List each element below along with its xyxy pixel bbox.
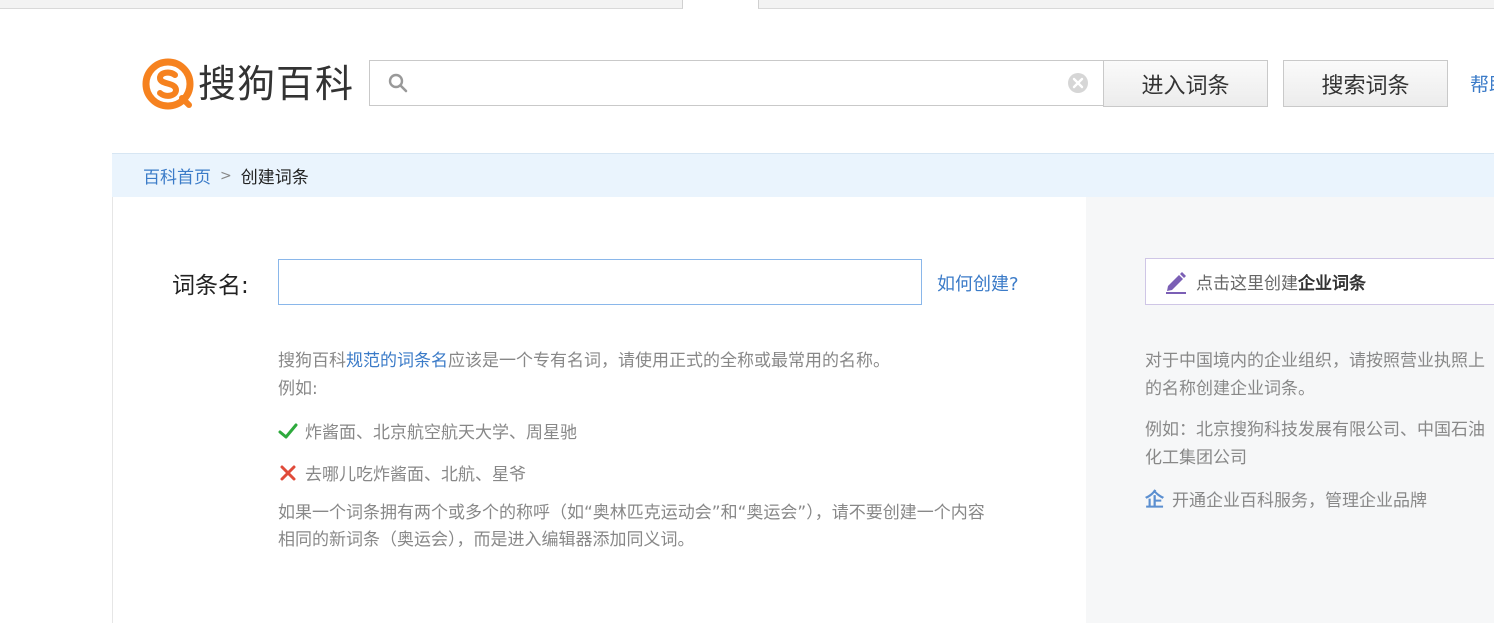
- create-enterprise-entry-button[interactable]: 点击这里创建 企业词条: [1145, 258, 1494, 305]
- logo-text: 搜狗百科: [198, 62, 355, 106]
- browser-tab-strip: [0, 0, 1494, 10]
- synonym-note: 如果一个词条拥有两个或多个的称呼（如“奥林匹克运动会”和“奥运会”），请不要创建…: [278, 500, 1038, 554]
- enterprise-service-text: 开通企业百科服务，管理企业品牌: [1172, 491, 1428, 511]
- synonym-note-line-2: 相同的新词条（奥运会），而是进入编辑器添加同义词。: [278, 530, 695, 550]
- sogou-logo-icon: [142, 58, 194, 110]
- breadcrumb-home-link[interactable]: 百科首页: [143, 163, 211, 188]
- enter-entry-button[interactable]: 进入词条: [1103, 60, 1268, 107]
- enterprise-info-line-2: 的名称创建企业词条。: [1145, 379, 1315, 399]
- example-label: 例如:: [278, 379, 318, 399]
- synonym-note-line-1: 如果一个词条拥有两个或多个的称呼（如“奥林匹克运动会”和“奥运会”），请不要创建…: [278, 503, 985, 523]
- entry-name-input[interactable]: [278, 259, 922, 305]
- enterprise-service-link[interactable]: 企 开通企业百科服务，管理企业品牌: [1145, 485, 1427, 512]
- naming-tips: 搜狗百科规范的词条名应该是一个专有名词，请使用正式的全称或最常用的名称。 例如:: [278, 347, 1038, 403]
- search-icon: [388, 73, 408, 93]
- breadcrumb-chevron-icon: >: [220, 167, 232, 184]
- create-enterprise-prefix: 点击这里创建: [1196, 274, 1298, 294]
- pencil-icon: [1166, 271, 1186, 294]
- enterprise-example: 例如：北京搜狗科技发展有限公司、中国石油 化工集团公司: [1145, 416, 1494, 472]
- tip-suffix: 应该是一个专有名词，请使用正式的全称或最常用的名称。: [448, 351, 890, 371]
- cross-icon: [280, 465, 296, 480]
- breadcrumb: 百科首页 > 创建词条: [112, 153, 1494, 197]
- naming-rule-link[interactable]: 规范的词条名: [346, 351, 448, 371]
- good-example-row: 炸酱面、北京航空航天大学、周星驰: [278, 418, 577, 443]
- create-enterprise-bold: 企业词条: [1298, 274, 1366, 294]
- good-example-text: 炸酱面、北京航空航天大学、周星驰: [305, 423, 577, 443]
- entry-name-label: 词条名:: [172, 273, 249, 299]
- sogou-baike-logo[interactable]: 搜狗百科: [142, 58, 354, 110]
- browser-tab-left[interactable]: [0, 0, 683, 9]
- enterprise-example-line-2: 化工集团公司: [1145, 448, 1247, 468]
- enterprise-info-line-1: 对于中国境内的企业组织，请按照营业执照上: [1145, 351, 1485, 371]
- search-entry-button[interactable]: 搜索词条: [1283, 60, 1448, 107]
- clear-icon[interactable]: [1067, 72, 1089, 94]
- browser-tab-right[interactable]: [758, 0, 1494, 9]
- help-link[interactable]: 帮助: [1470, 70, 1494, 97]
- naming-tip-line: 搜狗百科规范的词条名应该是一个专有名词，请使用正式的全称或最常用的名称。: [278, 347, 1038, 375]
- bad-example-text: 去哪儿吃炸酱面、北航、星爷: [305, 465, 526, 485]
- enterprise-example-line-1: 例如：北京搜狗科技发展有限公司、中国石油: [1145, 420, 1485, 440]
- how-to-create-link[interactable]: 如何创建?: [937, 270, 1019, 296]
- search-input[interactable]: [418, 67, 1062, 101]
- enterprise-info: 对于中国境内的企业组织，请按照营业执照上 的名称创建企业词条。: [1145, 347, 1494, 403]
- check-icon: [278, 423, 298, 438]
- bad-example-row: 去哪儿吃炸酱面、北航、星爷: [278, 460, 526, 485]
- enterprise-icon: 企: [1145, 489, 1165, 511]
- tip-prefix: 搜狗百科: [278, 351, 346, 371]
- search-box[interactable]: [369, 60, 1103, 106]
- breadcrumb-current: 创建词条: [240, 168, 309, 188]
